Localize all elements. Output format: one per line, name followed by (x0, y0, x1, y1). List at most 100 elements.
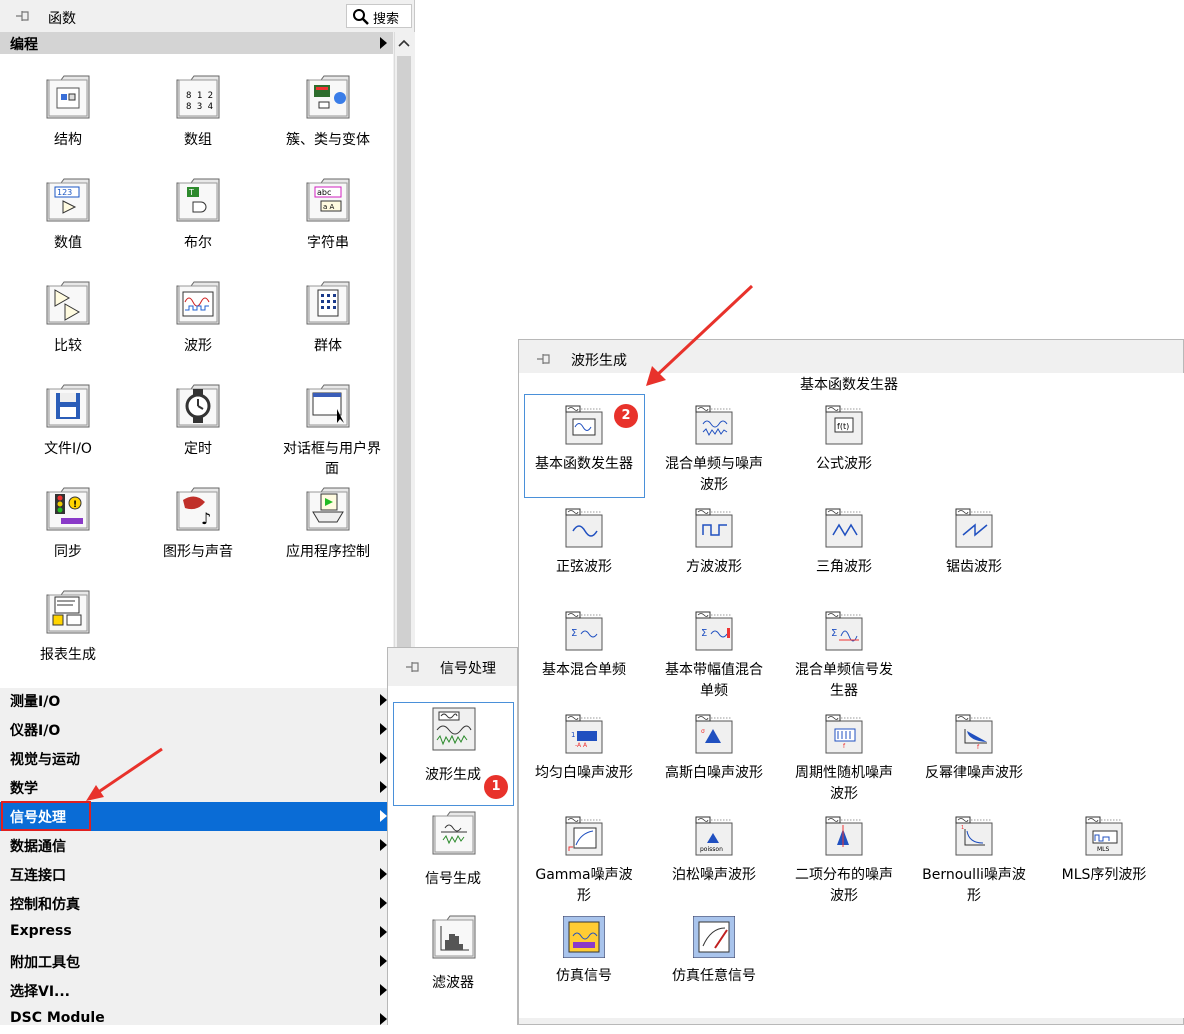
waveform-vi-item[interactable]: 三角波形 (779, 507, 909, 603)
waveform-vi-item[interactable]: 仿真信号 (519, 915, 649, 1012)
app-control-icon (305, 486, 351, 532)
waveform-vi-item[interactable]: σ 高斯白噪声波形 (649, 713, 779, 809)
waveform-vi-label: 锯齿波形 (946, 559, 1002, 575)
svg-text:T: T (188, 188, 194, 197)
report-generation-icon (45, 589, 91, 635)
waveform-vi-item[interactable]: poisson 泊松噪声波形 (649, 815, 779, 911)
palette-item-signal-generation[interactable]: 信号生成 (390, 792, 516, 892)
waveform-vi-icon (823, 507, 865, 549)
category-item[interactable]: 选择VI... (0, 976, 393, 1005)
chevron-right-icon (380, 897, 387, 909)
waveform-vi-item[interactable]: f 周期性随机噪声波形 (779, 713, 909, 809)
waveform-vi-icon: 1 -A A (563, 713, 605, 755)
waveform-vi-item[interactable]: f(t) 公式波形 (779, 404, 909, 500)
search-button[interactable]: 搜索 (346, 4, 412, 28)
category-item[interactable]: 附加工具包 (0, 947, 393, 976)
category-label: 附加工具包 (10, 955, 80, 971)
category-item[interactable]: 测量I/O (0, 686, 393, 715)
waveform-vi-icon: f (953, 713, 995, 755)
palette-item-timing[interactable]: 定时 (133, 363, 263, 463)
waveform-vi-item[interactable]: Σ 基本混合单频 (519, 610, 649, 706)
waveform-vi-icon: MLS (1083, 815, 1125, 857)
palette-item-comparison[interactable]: 比较 (3, 260, 133, 360)
waveform-vi-icon (563, 507, 605, 549)
palette-item-label: 信号生成 (425, 871, 481, 887)
palette-item-numeric[interactable]: 123 数值 (3, 157, 133, 257)
category-item[interactable]: DSC Module (0, 1005, 393, 1034)
svg-text:!: ! (73, 500, 77, 510)
waveform-vi-item[interactable]: 锯齿波形 (909, 507, 1039, 603)
palette-item-string[interactable]: abc a A 字符串 (263, 157, 393, 257)
palette-item-boolean[interactable]: T 布尔 (133, 157, 263, 257)
collection-icon (305, 280, 351, 326)
numeric-icon: 123 (45, 177, 91, 223)
palette-item-structures[interactable]: 结构 (3, 54, 133, 154)
waveform-vi-item[interactable]: MLS MLS序列波形 (1039, 815, 1169, 911)
timing-icon (175, 383, 221, 429)
boolean-icon: T (175, 177, 221, 223)
structures-icon (45, 74, 91, 120)
chevron-right-icon (380, 839, 387, 851)
waveform-vi-label: 泊松噪声波形 (672, 867, 756, 883)
pin-icon[interactable] (404, 658, 422, 676)
category-item[interactable]: 仪器I/O (0, 715, 393, 744)
category-item[interactable]: 视觉与运动 (0, 744, 393, 773)
palette-item-label: 文件I/O (44, 441, 92, 457)
palette-item-dialog-ui[interactable]: 对话框与用户界面 (263, 363, 393, 477)
palette-title: 波形生成 (571, 353, 627, 369)
search-icon (353, 9, 369, 25)
waveform-vi-item[interactable]: 正弦波形 (519, 507, 649, 603)
category-header-label: 编程 (10, 37, 38, 53)
palette-item-collection[interactable]: 群体 (263, 260, 393, 360)
graphics-sound-icon: ♪ (175, 486, 221, 532)
category-item[interactable]: 数学 (0, 773, 393, 802)
scroll-up-icon[interactable] (394, 32, 414, 54)
svg-text:♪: ♪ (201, 509, 211, 528)
waveform-vi-item[interactable]: 1 Bernoulli噪声波形 (909, 815, 1039, 911)
waveform-vi-item[interactable]: Σ 混合单频信号发生器 (779, 610, 909, 706)
waveform-vi-label: 基本混合单频 (542, 662, 626, 678)
pin-icon[interactable] (535, 350, 553, 368)
waveform-vi-item[interactable]: f 反幂律噪声波形 (909, 713, 1039, 809)
subpalette-heading: 基本函数发生器 (800, 377, 898, 393)
chevron-right-icon (380, 955, 387, 967)
svg-text:Σ: Σ (571, 628, 577, 639)
palette-item-waveform[interactable]: 波形 (133, 260, 263, 360)
scrollbar-thumb[interactable] (397, 56, 411, 656)
waveform-vi-item[interactable]: 二项分布的噪声波形 (779, 815, 909, 911)
waveform-vi-item[interactable]: 仿真任意信号 (649, 915, 779, 1012)
category-item[interactable]: Express (0, 918, 393, 947)
palette-item-app-control[interactable]: 应用程序控制 (263, 466, 393, 566)
svg-text:Σ: Σ (701, 628, 707, 639)
waveform-vi-label: MLS序列波形 (1061, 867, 1147, 883)
waveform-vi-item[interactable]: 方波波形 (649, 507, 779, 603)
palette-item-file-io[interactable]: 文件I/O (3, 363, 133, 463)
category-header-programming[interactable]: 编程 (0, 32, 393, 54)
chevron-right-icon (380, 694, 387, 706)
waveform-vi-icon: f (823, 713, 865, 755)
palette-item-graphics-sound[interactable]: ♪ 图形与声音 (133, 466, 263, 566)
palette-item-synchronization[interactable]: ! 同步 (3, 466, 133, 566)
waveform-vi-icon (562, 915, 606, 959)
waveform-vi-icon: f(t) (823, 404, 865, 446)
waveform-vi-item[interactable]: 1 -A A 均匀白噪声波形 (519, 713, 649, 809)
palette-item-label: 数组 (184, 132, 212, 148)
category-item[interactable]: 控制和仿真 (0, 889, 393, 918)
palette-item-cluster-class-variant[interactable]: 簇、类与变体 (263, 54, 393, 154)
palette-item-label: 应用程序控制 (286, 544, 370, 560)
category-label: 数据通信 (10, 839, 66, 855)
waveform-vi-label: 混合单频信号发生器 (795, 662, 893, 699)
palette-item-filters[interactable]: 滤波器 (390, 896, 516, 996)
palette-title: 信号处理 (440, 661, 496, 677)
waveform-vi-label: Bernoulli噪声波形 (922, 867, 1026, 904)
waveform-vi-item[interactable]: Σ 基本带幅值混合单频 (649, 610, 779, 706)
waveform-vi-label: 混合单频与噪声波形 (665, 456, 763, 493)
palette-item-array[interactable]: 8 1 28 3 4 数组 (133, 54, 263, 154)
category-item[interactable]: 数据通信 (0, 831, 393, 860)
category-item[interactable]: 互连接口 (0, 860, 393, 889)
waveform-vi-icon: poisson (693, 815, 735, 857)
waveform-vi-item[interactable]: Gamma噪声波形 (519, 815, 649, 911)
palette-item-report-generation[interactable]: 报表生成 (3, 569, 133, 669)
waveform-vi-item[interactable]: 混合单频与噪声波形 (649, 404, 779, 500)
pin-icon[interactable] (14, 7, 32, 25)
